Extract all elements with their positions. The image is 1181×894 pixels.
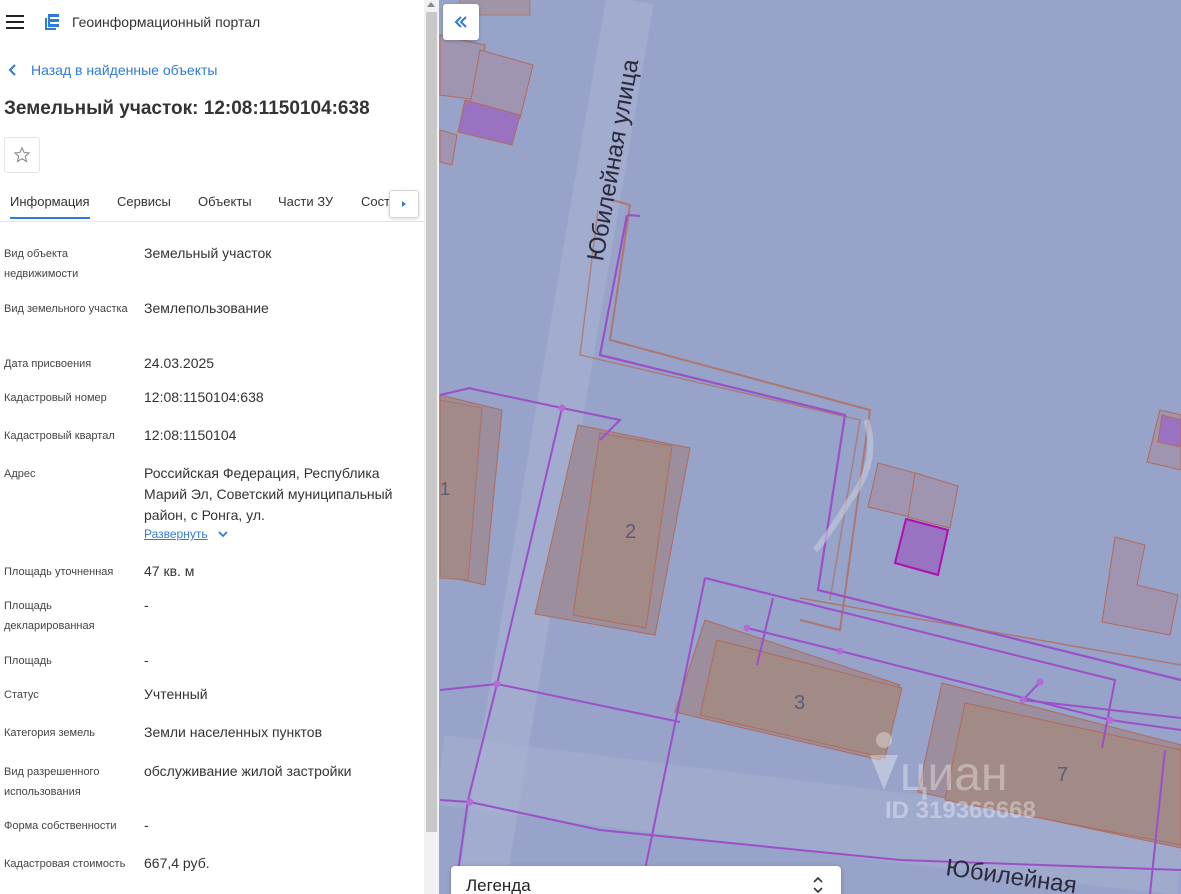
building-number: 2 [625, 521, 636, 543]
info-value: 12:08:1150104:638 [144, 389, 264, 405]
info-label: Кадастровый квартал [4, 430, 115, 442]
legend-panel[interactable]: Легенда [451, 866, 841, 894]
watermark-id: ID 319366668 [885, 797, 1036, 824]
header: Геоинформационный портал [0, 0, 424, 44]
caret-right-icon [402, 201, 406, 207]
map-view[interactable]: Юбилейная улица Юбилейная 1 2 3 7 циан I… [439, 0, 1181, 894]
tab-info[interactable]: Информация [10, 194, 90, 219]
scroll-up-arrow-icon[interactable] [427, 2, 435, 7]
info-value: 24.03.2025 [144, 355, 215, 371]
scrollbar-thumb[interactable] [426, 12, 437, 832]
panel-scrollbar[interactable] [424, 0, 439, 894]
portal-logo-icon [45, 14, 59, 30]
info-label: Дата присвоения [4, 358, 92, 370]
info-label: Адрес [4, 468, 36, 480]
info-value: Земли населенных пунктов [144, 724, 323, 740]
chevron-down-icon [217, 530, 228, 537]
info-label: Кадастровый номер [4, 392, 107, 404]
back-link[interactable]: Назад в найденные объекты [8, 62, 217, 78]
building-number: 3 [794, 692, 805, 714]
tab-services[interactable]: Сервисы [117, 194, 171, 209]
info-value: - [144, 817, 149, 833]
info-label: Кадастровая стоимость [4, 858, 126, 870]
tabs: Информация Сервисы Объекты Части ЗУ Сост… [0, 186, 424, 222]
expand-address-link[interactable]: Развернуть [144, 527, 228, 541]
info-label: Вид разрешенного использования [4, 766, 100, 798]
menu-icon[interactable] [6, 15, 24, 29]
address-value: Российская Федерация, Республика Марий Э… [144, 465, 393, 523]
star-icon [13, 146, 31, 163]
info-value: Землепользование [144, 300, 269, 316]
tab-parts[interactable]: Части ЗУ [278, 194, 333, 209]
info-value: Земельный участок [144, 245, 272, 261]
cadastral-map[interactable]: Юбилейная улица Юбилейная 1 2 3 7 циан I… [439, 0, 1181, 894]
expand-address-label: Развернуть [144, 527, 208, 541]
info-label: Категория земель [4, 727, 95, 739]
chevron-left-icon [8, 64, 16, 76]
tab-objects[interactable]: Объекты [198, 194, 252, 209]
info-label: Форма собственности [4, 820, 117, 832]
info-label: Статус [4, 689, 39, 701]
watermark-text: циан [900, 748, 1008, 801]
legend-title: Легенда [466, 876, 531, 894]
double-chevron-left-icon [454, 16, 467, 28]
favorite-button[interactable] [4, 137, 40, 173]
info-label: Вид объекта недвижимости [4, 248, 79, 280]
building-number: 7 [1057, 764, 1068, 786]
info-label: Вид земельного участка [4, 303, 128, 315]
expand-collapse-icon[interactable] [813, 876, 823, 894]
back-link-label: Назад в найденные объекты [31, 62, 218, 78]
info-label: Площадь [4, 655, 52, 667]
info-value: - [144, 652, 149, 668]
info-value: обслуживание жилой застройки [144, 763, 352, 779]
info-label: Площадь уточненная [4, 566, 114, 578]
info-panel: Геоинформационный портал Назад в найденн… [0, 0, 424, 894]
info-value: 667,4 руб. [144, 855, 210, 871]
portal-title: Геоинформационный портал [72, 14, 261, 30]
tabs-next-button[interactable] [389, 190, 419, 218]
building-number: 1 [440, 479, 450, 499]
info-label: Площадь декларированная [4, 600, 95, 632]
info-value: - [144, 597, 149, 613]
collapse-panel-button[interactable] [443, 4, 479, 40]
info-value: 12:08:1150104 [144, 427, 237, 443]
info-value: 47 кв. м [144, 563, 195, 579]
page-title: Земельный участок: 12:08:1150104:638 [4, 98, 370, 119]
info-value: Учтенный [144, 686, 208, 702]
